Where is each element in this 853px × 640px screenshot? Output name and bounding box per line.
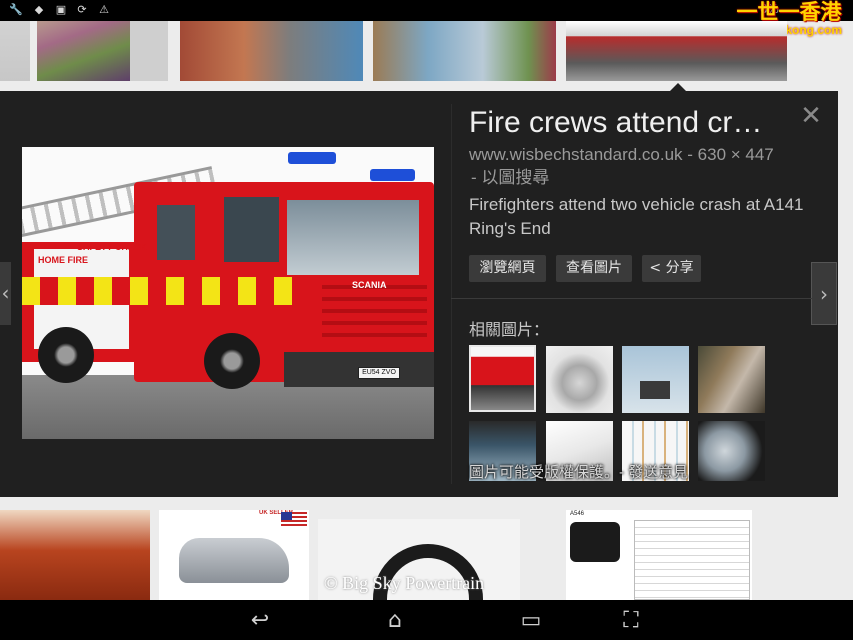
share-button[interactable]: < 分享 — [642, 255, 701, 282]
result-thumbnail[interactable] — [373, 21, 556, 81]
result-thumbnail[interactable] — [180, 21, 363, 81]
side-window — [224, 197, 279, 262]
search-by-image-link[interactable]: - 以圖搜尋 — [469, 166, 829, 189]
result-thumbnail-selected[interactable] — [566, 21, 787, 81]
windshield — [287, 200, 419, 275]
side-window — [157, 205, 195, 260]
car-shape — [179, 538, 289, 583]
image-source-meta: www.wisbechstandard.co.uk - 630 × 447 - … — [469, 143, 829, 189]
close-icon[interactable]: ✕ — [799, 103, 823, 129]
result-thumbnail[interactable] — [0, 510, 150, 600]
table-title: A546 — [570, 511, 585, 517]
source-link[interactable]: www.wisbechstandard.co.uk - 630 × 447 — [469, 143, 829, 166]
back-icon[interactable]: ↩ — [240, 608, 280, 634]
result-thumbnail[interactable] — [130, 21, 168, 81]
copyright-feedback-link[interactable]: 圖片可能受版權保護。- 發送意見 — [469, 461, 688, 482]
related-image-thumbnail[interactable] — [546, 346, 613, 413]
recent-apps-icon[interactable]: ▭ — [511, 608, 551, 634]
result-thumbnail[interactable] — [37, 21, 130, 81]
light-bar — [288, 152, 336, 164]
view-image-button[interactable]: 查看圖片 — [556, 255, 632, 282]
home-icon[interactable]: ⌂ — [375, 608, 415, 634]
warning-icon: ⚠ — [99, 3, 109, 16]
shield-icon: ◆ — [34, 3, 44, 16]
screenshot-icon[interactable]: ⛶ — [611, 608, 651, 634]
sign-shape — [640, 381, 670, 399]
next-image-button[interactable]: › — [811, 262, 837, 325]
image-description: Firefighters attend two vehicle crash at… — [469, 195, 804, 238]
wheel — [204, 333, 260, 389]
battenburg-stripe — [22, 277, 292, 305]
side-text: SAFETY CHECK — [77, 242, 147, 252]
light-bar — [370, 169, 415, 181]
spec-table — [634, 520, 750, 600]
image-title[interactable]: Fire crews attend cr… — [469, 104, 789, 144]
result-thumbnail[interactable]: © Big Sky Powertrain — [318, 519, 520, 600]
part-shape — [570, 522, 620, 562]
related-image-thumbnail[interactable] — [698, 421, 765, 481]
result-thumbnail[interactable]: UK SELLER — [159, 510, 309, 600]
previous-image-button[interactable]: ‹ — [0, 262, 11, 325]
flag-icon — [281, 512, 307, 526]
panel-divider — [451, 104, 452, 484]
grille-brand: SCANIA — [352, 280, 387, 290]
sync-icon: ⟳ — [77, 3, 87, 16]
image-icon: ▣ — [55, 3, 67, 16]
related-images-heading: 相關圖片： — [469, 322, 550, 339]
image-watermark: © Big Sky Powertrain — [324, 573, 485, 593]
main-preview-image[interactable]: HOME FIRE SAFETY CHECK SCANIA EU54 ZVO — [22, 147, 434, 439]
navigation-bar: ↩ ⌂ ▭ ⛶ — [0, 600, 853, 640]
result-thumbnail[interactable] — [0, 21, 30, 81]
result-thumbnail[interactable]: A546 — [566, 510, 752, 600]
side-text: HOME FIRE — [38, 255, 89, 265]
wheel — [38, 327, 94, 383]
related-image-thumbnail[interactable] — [469, 345, 536, 412]
related-image-thumbnail[interactable] — [622, 346, 689, 413]
visit-page-button[interactable]: 瀏覽網頁 — [469, 255, 546, 282]
section-divider — [451, 298, 821, 299]
wrench-icon: 🔧 — [9, 3, 23, 16]
number-plate: EU54 ZVO — [358, 367, 400, 379]
status-bar: 🔧 ◆ ▣ ⟳ ⚠ 6% 一世一香港 141hongkong.com — [0, 0, 853, 37]
related-image-thumbnail[interactable] — [698, 346, 765, 413]
selection-pointer — [670, 83, 686, 91]
